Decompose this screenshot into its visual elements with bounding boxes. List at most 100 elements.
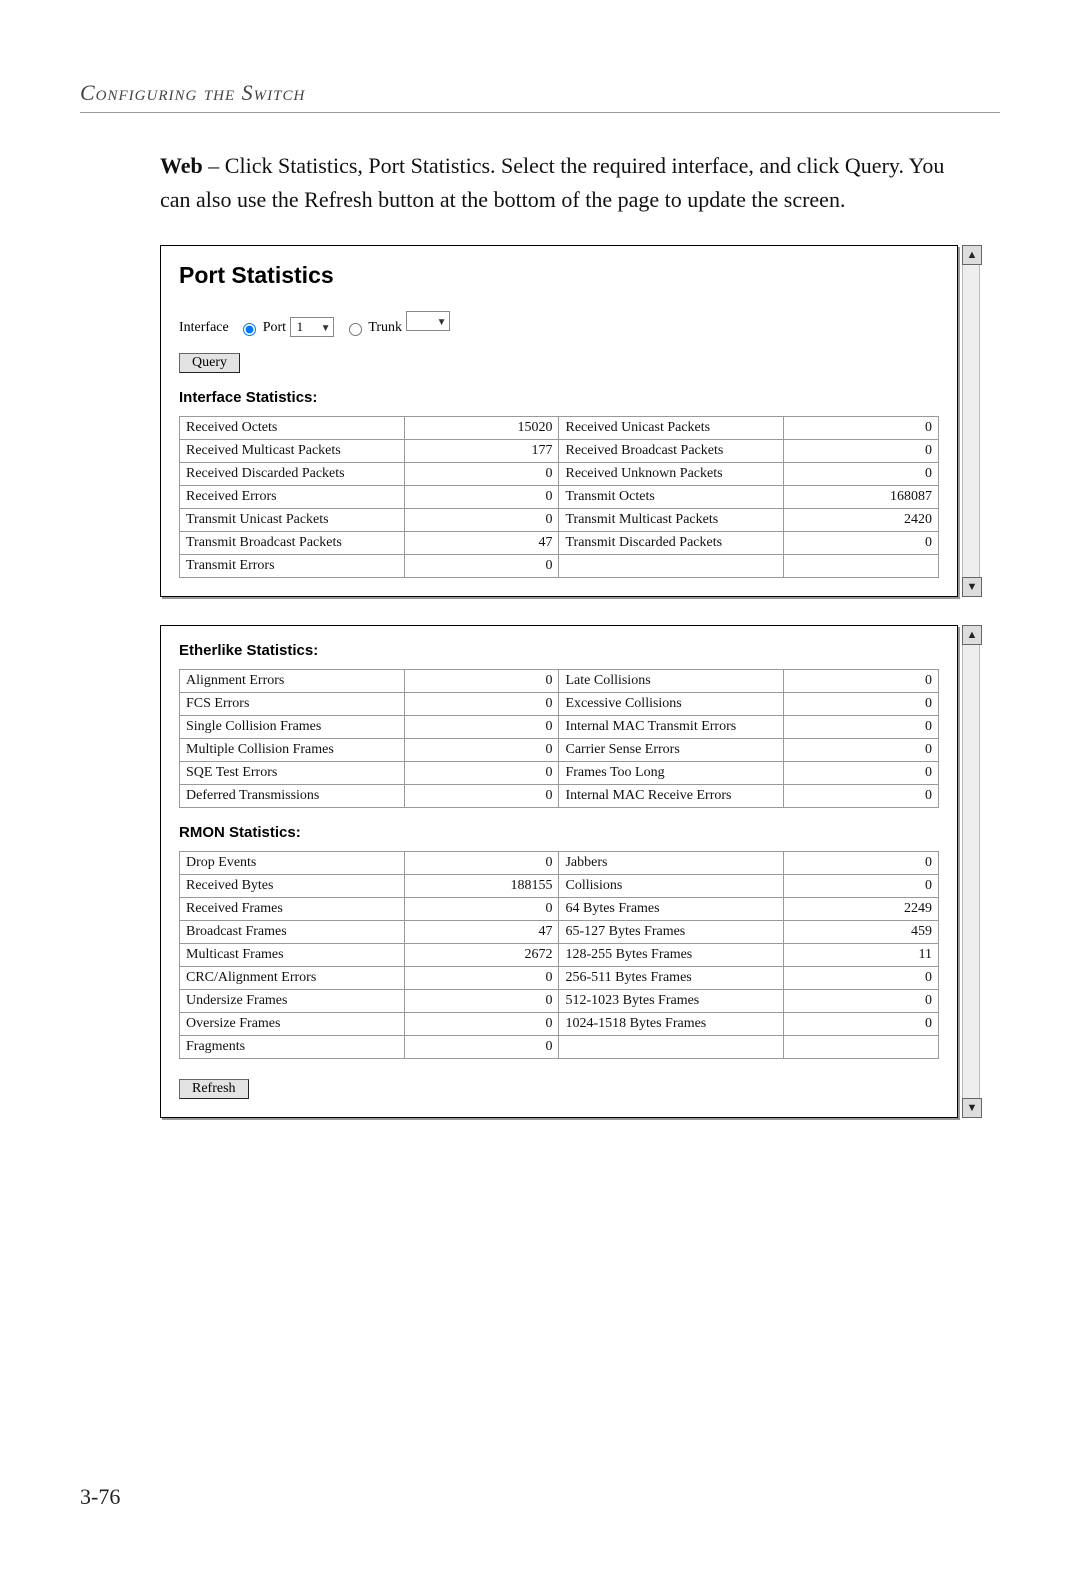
stat-label: Frames Too Long [559, 762, 784, 785]
stat-value [784, 1036, 939, 1059]
stat-value: 0 [404, 990, 559, 1013]
port-radio[interactable] [243, 323, 256, 336]
stat-value: 0 [404, 486, 559, 509]
stat-label: 128-255 Bytes Frames [559, 944, 784, 967]
scroll-down-icon[interactable]: ▼ [962, 577, 982, 597]
stat-label: Received Discarded Packets [180, 463, 405, 486]
trunk-radio-text: Trunk [368, 320, 402, 335]
stat-value: 177 [404, 440, 559, 463]
stat-value: 0 [784, 739, 939, 762]
trunk-select[interactable] [406, 311, 450, 331]
stat-label: Drop Events [180, 852, 405, 875]
stat-label: Late Collisions [559, 670, 784, 693]
stat-label: Received Bytes [180, 875, 405, 898]
scroll-up-icon[interactable]: ▲ [962, 245, 982, 265]
table-row: Fragments0 [180, 1036, 939, 1059]
stat-label: 65-127 Bytes Frames [559, 921, 784, 944]
table-row: Received Octets15020Received Unicast Pac… [180, 417, 939, 440]
stat-value: 0 [784, 463, 939, 486]
stat-value: 0 [404, 1013, 559, 1036]
trunk-radio-label[interactable]: Trunk [344, 320, 402, 335]
interface-statistics-table: Received Octets15020Received Unicast Pac… [179, 416, 939, 578]
stat-value: 0 [784, 532, 939, 555]
stat-value: 0 [784, 875, 939, 898]
interface-statistics-title: Interface Statistics: [179, 389, 939, 406]
table-row: SQE Test Errors0Frames Too Long0 [180, 762, 939, 785]
table-row: Received Errors0Transmit Octets168087 [180, 486, 939, 509]
stat-label: Transmit Broadcast Packets [180, 532, 405, 555]
stat-value: 0 [784, 417, 939, 440]
stat-label: SQE Test Errors [180, 762, 405, 785]
stat-label: Broadcast Frames [180, 921, 405, 944]
stat-value: 0 [404, 555, 559, 578]
stat-label: Oversize Frames [180, 1013, 405, 1036]
table-row: FCS Errors0Excessive Collisions0 [180, 693, 939, 716]
stat-label [559, 555, 784, 578]
table-row: Single Collision Frames0Internal MAC Tra… [180, 716, 939, 739]
stat-value: 0 [404, 898, 559, 921]
stat-label: Undersize Frames [180, 990, 405, 1013]
stat-label: Transmit Errors [180, 555, 405, 578]
stat-label: Fragments [180, 1036, 405, 1059]
refresh-button[interactable]: Refresh [179, 1079, 249, 1099]
stat-value: 0 [784, 785, 939, 808]
stat-value: 0 [404, 509, 559, 532]
stat-value: 0 [784, 852, 939, 875]
body-prefix-web: Web [160, 153, 203, 178]
stat-value: 168087 [784, 486, 939, 509]
stat-label: Received Frames [180, 898, 405, 921]
table-row: Broadcast Frames4765-127 Bytes Frames459 [180, 921, 939, 944]
stat-label: Jabbers [559, 852, 784, 875]
stat-label: Transmit Multicast Packets [559, 509, 784, 532]
stat-value: 0 [784, 693, 939, 716]
table-row: Received Multicast Packets177Received Br… [180, 440, 939, 463]
port-statistics-heading: Port Statistics [179, 262, 939, 289]
rmon-statistics-title: RMON Statistics: [179, 824, 939, 841]
trunk-radio[interactable] [349, 323, 362, 336]
stat-label: FCS Errors [180, 693, 405, 716]
stat-value: 0 [404, 693, 559, 716]
stat-label: Collisions [559, 875, 784, 898]
scroll-up-icon[interactable]: ▲ [962, 625, 982, 645]
scrollbar-figure2[interactable]: ▲ ▼ [962, 625, 980, 1118]
stat-value: 0 [404, 785, 559, 808]
table-row: Undersize Frames0512-1023 Bytes Frames0 [180, 990, 939, 1013]
stat-label: Alignment Errors [180, 670, 405, 693]
stat-label: Transmit Unicast Packets [180, 509, 405, 532]
stat-value: 2420 [784, 509, 939, 532]
stat-value: 0 [784, 670, 939, 693]
stat-label: Carrier Sense Errors [559, 739, 784, 762]
stat-value: 459 [784, 921, 939, 944]
body-paragraph: Web – Click Statistics, Port Statistics.… [160, 149, 980, 217]
scrollbar-figure1[interactable]: ▲ ▼ [962, 245, 980, 597]
stat-label: Received Unicast Packets [559, 417, 784, 440]
table-row: Multiple Collision Frames0Carrier Sense … [180, 739, 939, 762]
stat-label: Multiple Collision Frames [180, 739, 405, 762]
stat-value: 0 [404, 739, 559, 762]
scroll-track[interactable] [962, 265, 980, 577]
stat-value: 0 [784, 440, 939, 463]
port-select[interactable]: 1 [290, 317, 334, 337]
stat-label: 256-511 Bytes Frames [559, 967, 784, 990]
table-row: Transmit Unicast Packets0Transmit Multic… [180, 509, 939, 532]
stat-label: Transmit Octets [559, 486, 784, 509]
scroll-down-icon[interactable]: ▼ [962, 1098, 982, 1118]
stat-label [559, 1036, 784, 1059]
stat-value: 2249 [784, 898, 939, 921]
table-row: Transmit Broadcast Packets47Transmit Dis… [180, 532, 939, 555]
stat-label: Received Unknown Packets [559, 463, 784, 486]
stat-label: Single Collision Frames [180, 716, 405, 739]
stat-value: 47 [404, 921, 559, 944]
scroll-track[interactable] [962, 645, 980, 1098]
port-radio-label[interactable]: Port [238, 320, 286, 335]
stat-value: 0 [404, 716, 559, 739]
stat-label: 512-1023 Bytes Frames [559, 990, 784, 1013]
stat-value: 0 [784, 1013, 939, 1036]
table-row: CRC/Alignment Errors0256-511 Bytes Frame… [180, 967, 939, 990]
stat-label: Multicast Frames [180, 944, 405, 967]
rmon-statistics-table: Drop Events0Jabbers0Received Bytes188155… [179, 851, 939, 1059]
stat-label: Transmit Discarded Packets [559, 532, 784, 555]
stat-label: Excessive Collisions [559, 693, 784, 716]
query-button[interactable]: Query [179, 353, 240, 373]
figure-etherlike-rmon: Etherlike Statistics: Alignment Errors0L… [160, 625, 980, 1118]
